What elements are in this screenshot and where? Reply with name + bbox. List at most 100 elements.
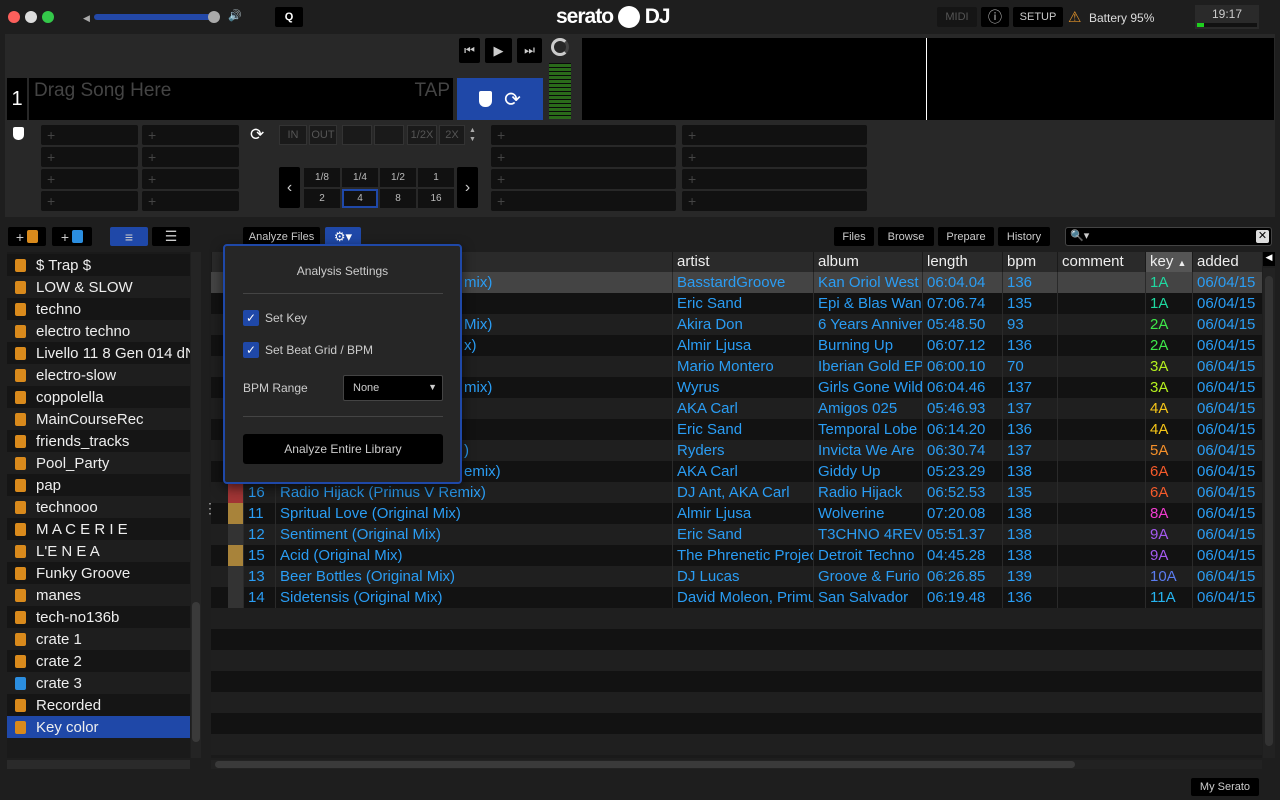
beatjump-8-button[interactable]: 8 xyxy=(380,189,416,208)
list-view-button[interactable]: ≡ xyxy=(110,227,148,246)
loop-length-stepper[interactable]: ▲ ▼ xyxy=(467,126,478,145)
info-button[interactable]: ⓘ xyxy=(981,7,1009,27)
my-serato-button[interactable]: My Serato xyxy=(1191,778,1259,796)
column-header-bpm[interactable]: bpm xyxy=(1002,252,1057,272)
setup-button[interactable]: SETUP xyxy=(1013,7,1063,27)
crate-item[interactable]: pap xyxy=(7,474,190,496)
crate-item[interactable]: technooo xyxy=(7,496,190,518)
artwork-view-button[interactable]: ☰ xyxy=(152,227,190,246)
next-track-button[interactable]: ⏭ xyxy=(517,38,542,63)
column-header-album[interactable]: album xyxy=(813,252,922,272)
crate-item[interactable]: Pool_Party xyxy=(7,452,190,474)
cue-slot[interactable]: + xyxy=(41,169,138,189)
table-row[interactable]: 11 Spritual Love (Original Mix) Almir Ljus… xyxy=(211,503,1262,524)
beatjump-4-button[interactable]: 4 xyxy=(342,189,378,208)
cue-slot[interactable]: + xyxy=(491,169,676,189)
crate-item[interactable]: techno xyxy=(7,298,190,320)
cue-slot[interactable]: + xyxy=(142,147,239,167)
sidebar-scrollbar[interactable] xyxy=(191,252,201,758)
beatjump-2-button[interactable]: 2 xyxy=(304,189,340,208)
crate-item[interactable]: tech-no136b xyxy=(7,606,190,628)
bpm-range-select[interactable]: None ▼ xyxy=(343,375,443,401)
column-header-comment[interactable]: comment xyxy=(1057,252,1145,272)
beatjump-1-4-button[interactable]: 1/4 xyxy=(342,168,378,187)
cue-slot[interactable]: + xyxy=(491,147,676,167)
crate-item[interactable]: Recorded xyxy=(7,694,190,716)
beatjump-1-button[interactable]: 1 xyxy=(418,168,454,187)
cue-slot[interactable]: + xyxy=(41,147,138,167)
track-drop-zone[interactable]: Drag Song Here TAP xyxy=(29,78,453,120)
cue-slot[interactable]: + xyxy=(682,169,867,189)
cue-slot[interactable]: + xyxy=(682,125,867,145)
minimize-window-button[interactable] xyxy=(25,11,37,23)
crate-item[interactable]: Livello 11 8 Gen 014 dN xyxy=(7,342,190,364)
reloop-button[interactable] xyxy=(342,125,372,145)
crate-item[interactable]: crate 2 xyxy=(7,650,190,672)
cue-slot[interactable]: + xyxy=(491,125,676,145)
table-scrollbar[interactable] xyxy=(1263,268,1275,758)
table-row[interactable]: 12 Sentiment (Original Mix) Eric Sand T3CHN… xyxy=(211,524,1262,545)
loop-in-button[interactable]: IN xyxy=(279,125,307,145)
loop-toggle-button[interactable] xyxy=(374,125,404,145)
analyze-entire-library-button[interactable]: Analyze Entire Library xyxy=(243,434,443,464)
crate-item[interactable]: electro-slow xyxy=(7,364,190,386)
beatjump-left-button[interactable]: ‹ xyxy=(279,167,300,208)
previous-track-button[interactable]: ⏮ xyxy=(459,38,480,63)
crate-item[interactable]: $ Trap $ xyxy=(7,254,190,276)
table-horizontal-scrollbar[interactable] xyxy=(211,760,1262,769)
cue-slot[interactable]: + xyxy=(41,125,138,145)
column-menu-button[interactable]: ◀ xyxy=(1263,252,1275,266)
table-row[interactable]: 16 Radio Hijack (Primus V Remix) DJ Ant, A… xyxy=(211,482,1262,503)
beatjump-16-button[interactable]: 16 xyxy=(418,189,454,208)
crate-item[interactable]: crate 3 xyxy=(7,672,190,694)
add-crate-button[interactable]: + xyxy=(8,227,46,246)
loop-half-button[interactable]: 1/2X xyxy=(407,125,437,145)
cue-loop-mode-button[interactable]: ⟳ xyxy=(457,78,543,120)
play-button[interactable]: ▶ xyxy=(485,38,512,63)
column-header-key[interactable]: key ▲ xyxy=(1145,252,1192,272)
beatjump-1-8-button[interactable]: 1/8 xyxy=(304,168,340,187)
volume-slider[interactable] xyxy=(94,11,220,23)
cue-slot[interactable]: + xyxy=(41,191,138,211)
table-row[interactable]: 14 Sidetensis (Original Mix) David Moleon,… xyxy=(211,587,1262,608)
beatjump-right-button[interactable]: › xyxy=(457,167,478,208)
crate-item[interactable]: friends_tracks xyxy=(7,430,190,452)
close-window-button[interactable] xyxy=(8,11,20,23)
crate-item[interactable]: L'E N E A xyxy=(7,540,190,562)
cue-slot[interactable]: + xyxy=(142,125,239,145)
crate-item[interactable]: Funky Groove xyxy=(7,562,190,584)
crate-item[interactable]: Key color xyxy=(7,716,190,738)
cue-slot[interactable]: + xyxy=(491,191,676,211)
beatjump-1-2-button[interactable]: 1/2 xyxy=(380,168,416,187)
set-key-checkbox[interactable]: ✓ xyxy=(243,310,259,326)
add-smart-crate-button[interactable]: + xyxy=(52,227,92,246)
sidebar-horizontal-scrollbar[interactable] xyxy=(7,760,190,769)
loop-out-button[interactable]: OUT xyxy=(309,125,337,145)
crate-item[interactable]: crate 1 xyxy=(7,628,190,650)
crate-item[interactable]: electro techno xyxy=(7,320,190,342)
history-button[interactable]: History xyxy=(998,227,1050,246)
crate-item[interactable]: LOW & SLOW xyxy=(7,276,190,298)
cue-slot[interactable]: + xyxy=(142,169,239,189)
midi-button[interactable]: MIDI xyxy=(937,7,977,27)
crate-item[interactable]: coppolella xyxy=(7,386,190,408)
clear-search-button[interactable]: ✕ xyxy=(1256,230,1269,243)
cue-slot[interactable]: + xyxy=(142,191,239,211)
crate-item[interactable]: MainCourseRec xyxy=(7,408,190,430)
crate-item[interactable]: M A C E R I E xyxy=(7,518,190,540)
table-row[interactable]: 13 Beer Bottles (Original Mix) DJ Lucas Gro… xyxy=(211,566,1262,587)
cue-slot[interactable]: + xyxy=(682,147,867,167)
column-header-artist[interactable]: artist xyxy=(672,252,813,272)
column-header-length[interactable]: length xyxy=(922,252,1002,272)
browse-button[interactable]: Browse xyxy=(878,227,934,246)
tap-button[interactable]: TAP xyxy=(414,80,450,102)
cue-slot[interactable]: + xyxy=(682,191,867,211)
table-row[interactable]: 15 Acid (Original Mix) The Phrenetic Proje… xyxy=(211,545,1262,566)
prepare-button[interactable]: Prepare xyxy=(938,227,994,246)
loop-double-button[interactable]: 2X xyxy=(439,125,465,145)
column-header-added[interactable]: added xyxy=(1192,252,1262,272)
set-bpm-checkbox[interactable]: ✓ xyxy=(243,342,259,358)
volume-slider-thumb[interactable] xyxy=(208,11,220,23)
search-input[interactable]: 🔍▾ ✕ xyxy=(1065,227,1272,246)
quantize-button[interactable]: Q xyxy=(275,7,303,27)
